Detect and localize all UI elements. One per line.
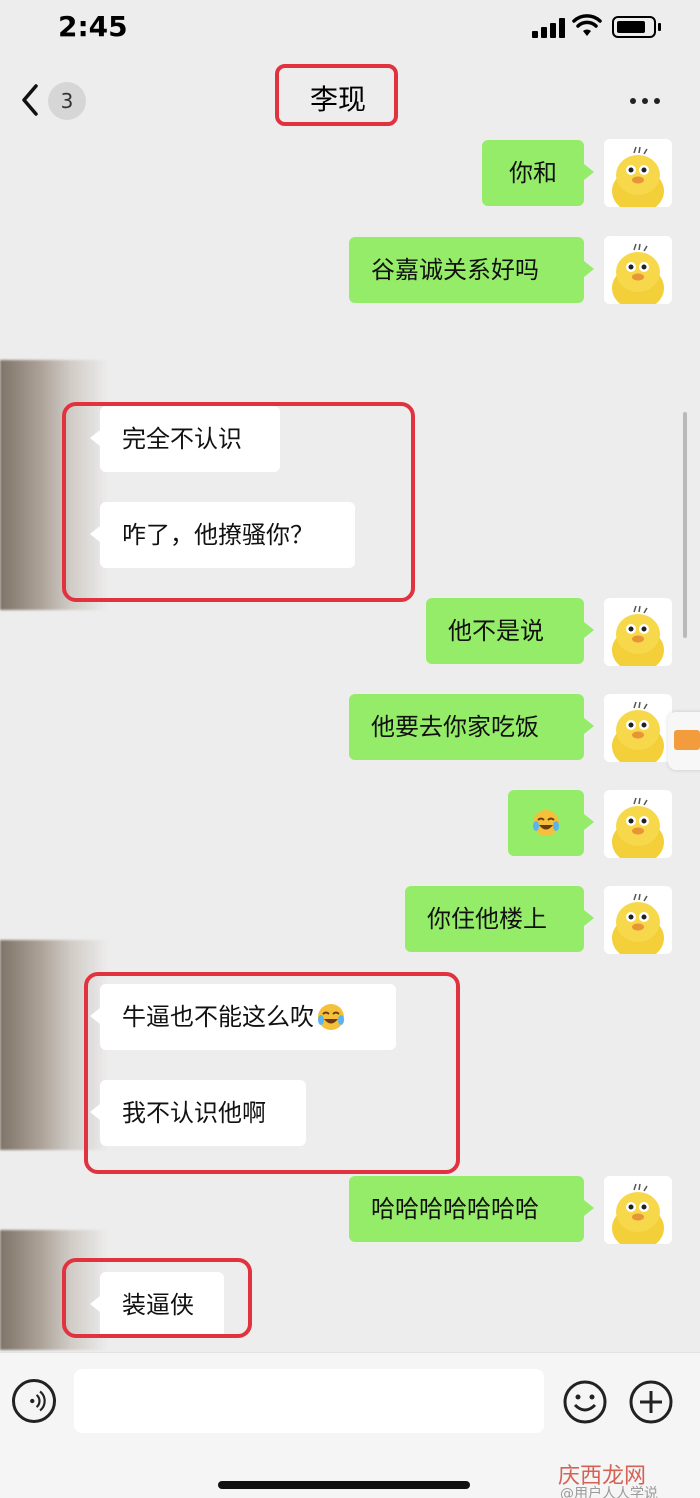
message-input[interactable] (74, 1369, 544, 1433)
message-bubble-sent[interactable]: 你住他楼上 (405, 886, 594, 952)
title-highlight-box (275, 64, 398, 126)
my-avatar[interactable] (604, 1176, 672, 1244)
more-dots-icon[interactable] (628, 98, 662, 106)
status-bar: 2:45 (0, 0, 700, 60)
mail-side-tab[interactable] (668, 712, 700, 770)
battery-icon (612, 16, 656, 38)
chevron-left-icon[interactable] (16, 82, 46, 118)
status-time: 2:45 (58, 10, 128, 43)
smiley-icon[interactable] (562, 1379, 608, 1425)
message-bubble-sent[interactable]: 他不是说 (426, 598, 594, 664)
my-avatar[interactable] (604, 886, 672, 954)
my-avatar[interactable] (604, 790, 672, 858)
highlight-box (62, 1258, 252, 1338)
message-bubble-sent[interactable]: 你和 (482, 140, 594, 206)
home-indicator (218, 1481, 470, 1489)
scrollbar[interactable] (683, 412, 687, 638)
my-avatar[interactable] (604, 694, 672, 762)
message-bubble-sent[interactable]: 他要去你家吃饭 (349, 694, 594, 760)
voice-icon[interactable] (12, 1379, 56, 1423)
my-avatar[interactable] (604, 139, 672, 207)
highlight-box (62, 402, 415, 602)
my-avatar[interactable] (604, 236, 672, 304)
wifi-icon (572, 14, 602, 36)
my-avatar[interactable] (604, 598, 672, 666)
signal-icon (532, 18, 566, 38)
laughing-crying-emoji-icon (533, 810, 559, 836)
highlight-box (84, 972, 460, 1174)
plus-icon[interactable] (628, 1379, 674, 1425)
input-bar: 庆西龙网 @用户人人学说 (0, 1352, 700, 1498)
message-bubble-sent[interactable] (508, 790, 594, 856)
watermark-sub: @用户人人学说 (560, 1486, 658, 1498)
message-bubble-sent[interactable]: 哈哈哈哈哈哈哈 (349, 1176, 594, 1242)
message-bubble-sent[interactable]: 谷嘉诚关系好吗 (349, 237, 594, 303)
unread-count-badge[interactable]: 3 (48, 82, 86, 120)
mail-icon (674, 730, 700, 750)
